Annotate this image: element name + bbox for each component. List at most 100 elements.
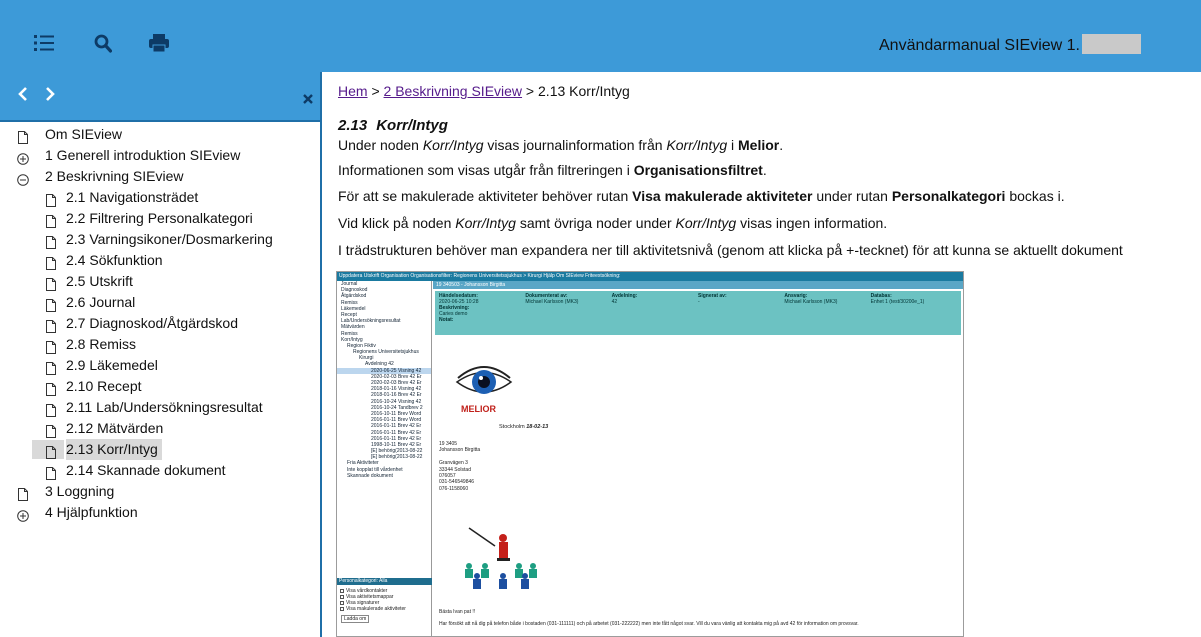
screenshot-meta-value: - (697, 299, 700, 305)
page-icon (45, 360, 57, 375)
tree-item[interactable]: 4 Hjälpfunktion (0, 502, 320, 523)
screenshot-reload-button: Ladda om (341, 615, 370, 623)
page-title: Användarmanual SIEview 1. (879, 34, 1141, 55)
tree-item-label: 2.14 Skannade dokument (66, 462, 226, 478)
paragraph-3: För att se makulerade aktiviteter behöve… (338, 188, 1065, 204)
tree-item[interactable]: 2 Beskrivning SIEview (0, 166, 320, 187)
tree-item-label: 2.10 Recept (66, 378, 142, 394)
screenshot-meta-value: Enhet 1 (test/30200e_1) (870, 299, 925, 305)
address-line: 031-546549846 (439, 479, 475, 486)
tree-item-label: 2.13 Korr/Intyg (66, 439, 162, 460)
tree-item-label: 2.8 Remiss (66, 336, 137, 352)
tree-item[interactable]: 2.7 Diagnoskod/Åtgärdskod (0, 313, 320, 334)
screenshot-meta-value: Michael Karlsson (MK3) (784, 299, 838, 305)
page-icon (45, 423, 57, 438)
tree-item-label: 1 Generell introduktion SIEview (45, 147, 241, 163)
tree-item[interactable]: 2.1 Navigationsträdet (0, 187, 320, 208)
print-icon[interactable] (149, 34, 169, 57)
screenshot-toolbar: Uppdatera Utskrift Organisation Organisa… (337, 272, 963, 281)
search-icon[interactable] (94, 34, 113, 58)
top-bar: Användarmanual SIEview 1. (0, 0, 1201, 72)
tree-item-label: 2.3 Varningsikoner/Dosmarkering (66, 231, 273, 247)
tree-item[interactable]: 2.4 Sökfunktion (0, 250, 320, 271)
tree-item-label: 2.9 Läkemedel (66, 357, 158, 373)
navigation-tree: Om SIEview 1 Generell introduktion SIEvie… (0, 122, 320, 523)
breadcrumb-current: 2.13 Korr/Intyg (538, 83, 630, 99)
tree-item[interactable]: 2.12 Mätvärden (0, 418, 320, 439)
page-icon (45, 465, 57, 480)
page-icon (45, 192, 57, 207)
screenshot-main: 19 340503 - Johansson Birgitta Händelsed… (433, 281, 963, 636)
list-icon[interactable] (34, 34, 54, 57)
classroom-illustration-icon (465, 527, 537, 589)
close-icon[interactable] (303, 91, 313, 109)
sidebar: Om SIEview 1 Generell introduktion SIEvie… (0, 72, 322, 637)
breadcrumb-parent-link[interactable]: 2 Beskrivning SIEview (384, 83, 523, 99)
page-icon (17, 486, 29, 501)
checkbox-icon (340, 600, 344, 605)
tree-item-label: 2.2 Filtrering Personalkategori (66, 210, 253, 226)
tree-item[interactable]: 2.5 Utskrift (0, 271, 320, 292)
sidebar-nav-header (0, 72, 320, 122)
page-icon (45, 444, 57, 459)
tree-item[interactable]: Om SIEview (0, 124, 320, 145)
melior-logo-text: MELIOR (461, 404, 496, 414)
screenshot-greeting: Bästa Ivan pat !! (439, 609, 476, 615)
melior-eye-icon (455, 366, 513, 394)
tree-item-label: 2.4 Sökfunktion (66, 252, 163, 268)
screenshot-meta: Händelsedatum: Dokumenterat av: Avdelning:… (435, 291, 961, 335)
page-icon (45, 234, 57, 249)
plus-circle-icon[interactable] (17, 507, 29, 522)
chevron-left-icon[interactable] (17, 87, 29, 106)
breadcrumb-separator: > (522, 83, 539, 99)
page-icon (45, 276, 57, 291)
page-icon (45, 318, 57, 333)
screenshot-personalkategori: Personalkategori: Alla (337, 578, 432, 585)
breadcrumb-separator: > (367, 83, 384, 99)
tree-item-label: 3 Loggning (45, 483, 115, 499)
tree-item[interactable]: 2.11 Lab/Undersökningsresultat (0, 397, 320, 418)
screenshot-checkbox-list: Visa vårdkontakter Visa aktivitetsmappar V… (340, 588, 430, 612)
tree-item[interactable]: 3 Loggning (0, 481, 320, 502)
screenshot-patient-bar: 19 340503 - Johansson Birgitta (433, 281, 963, 289)
tree-item[interactable]: 2.3 Varningsikoner/Dosmarkering (0, 229, 320, 250)
plus-circle-icon[interactable] (17, 150, 29, 165)
section-heading: 2.13 Korr/Intyg (338, 117, 457, 134)
page-icon (45, 381, 57, 396)
address-line: 076-1158060 (439, 485, 469, 492)
checkbox-icon (340, 588, 344, 593)
tree-item[interactable]: 2.14 Skannade dokument (0, 460, 320, 481)
content-pane: Hem > 2 Beskrivning SIEview > 2.13 Korr/… (330, 72, 1201, 637)
embedded-screenshot: Uppdatera Utskrift Organisation Organisa… (336, 271, 964, 637)
page-icon (45, 339, 57, 354)
tree-item-label: 2.11 Lab/Undersökningsresultat (66, 399, 263, 415)
paragraph-4: Vid klick på noden Korr/Intyg samt övrig… (338, 215, 888, 231)
tree-item-label: Om SIEview (45, 126, 123, 142)
minus-circle-icon[interactable] (17, 171, 29, 186)
redacted-version (1082, 34, 1141, 54)
page-icon (45, 402, 57, 417)
tree-item[interactable]: 2.2 Filtrering Personalkategori (0, 208, 320, 229)
screenshot-meta-value: 42 (611, 299, 618, 305)
tree-item[interactable]: 2.6 Journal (0, 292, 320, 313)
chevron-right-icon[interactable] (44, 87, 56, 106)
tree-item-label: 2.5 Utskrift (66, 273, 133, 289)
checkbox-icon (340, 594, 344, 599)
paragraph-2: Informationen som visas utgår från filtr… (338, 162, 767, 178)
page-icon (45, 297, 57, 312)
tree-item[interactable]: 1 Generell introduktion SIEview (0, 145, 320, 166)
tree-item[interactable]: 2.13 Korr/Intyg (0, 439, 320, 460)
page-icon (45, 255, 57, 270)
tree-item[interactable]: 2.9 Läkemedel (0, 355, 320, 376)
screenshot-tree-row: Skannade dokument (347, 472, 393, 479)
breadcrumb-home-link[interactable]: Hem (338, 83, 368, 99)
tree-item-label: 4 Hjälpfunktion (45, 504, 138, 520)
checkbox-icon (340, 606, 344, 611)
section-title: Korr/Intyg (376, 117, 448, 134)
screenshot-meta-value: Michael Karlsson (MK3) (525, 299, 579, 305)
tree-item[interactable]: 2.10 Recept (0, 376, 320, 397)
tree-item[interactable]: 2.8 Remiss (0, 334, 320, 355)
page-icon (45, 213, 57, 228)
paragraph-1: Under noden Korr/Intyg visas journalinfo… (338, 137, 784, 153)
tree-item-label: 2.6 Journal (66, 294, 136, 310)
